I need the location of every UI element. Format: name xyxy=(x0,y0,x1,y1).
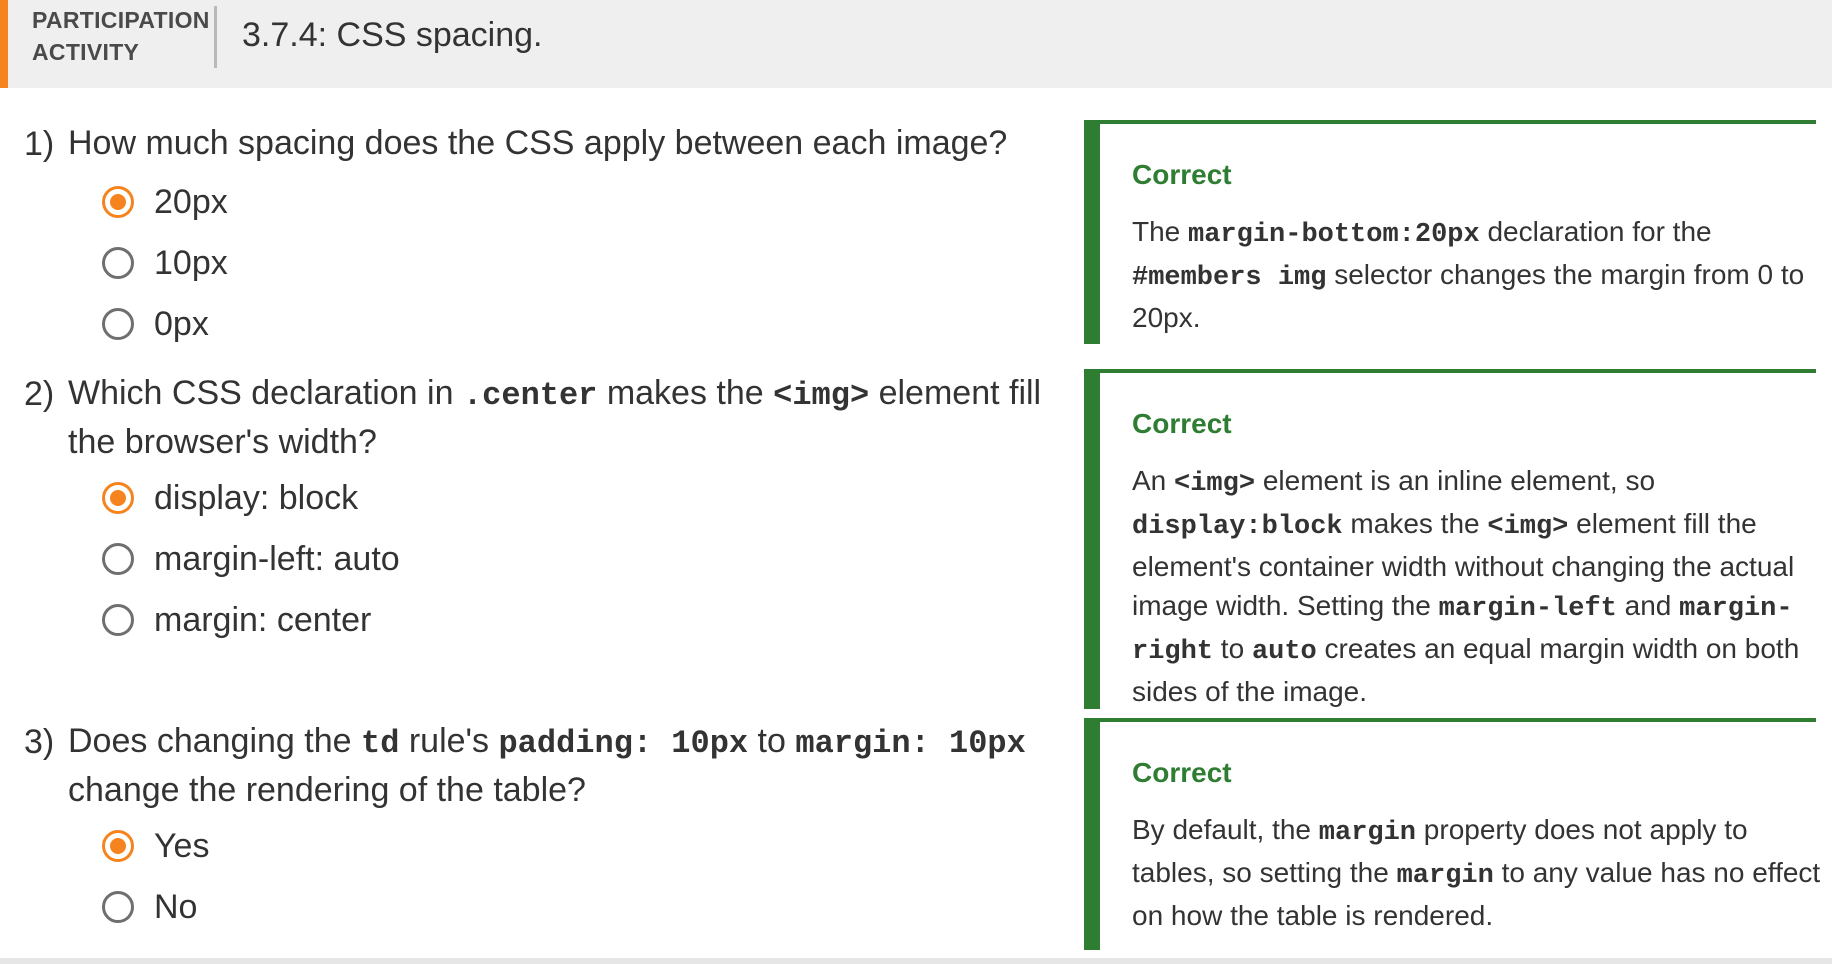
question-text-part: Which CSS declaration in xyxy=(68,374,463,412)
question-1-option-1[interactable]: 20px xyxy=(102,180,228,224)
feedback-heading: Correct xyxy=(1132,408,1232,439)
radio-unselected-icon[interactable] xyxy=(102,308,134,340)
option-label: margin-left: auto xyxy=(154,540,400,578)
radio-unselected-icon[interactable] xyxy=(102,891,134,923)
radio-unselected-icon[interactable] xyxy=(102,247,134,279)
question-2-feedback: Correct An <img> element is an inline el… xyxy=(1084,369,1816,709)
feedback-code: #members img xyxy=(1132,263,1327,293)
bottom-divider xyxy=(0,958,1832,964)
feedback-code: <img> xyxy=(1487,512,1569,542)
radio-unselected-icon[interactable] xyxy=(102,543,134,575)
question-code: <img> xyxy=(773,377,870,414)
question-1-option-2[interactable]: 10px xyxy=(102,241,228,285)
feedback-code: margin xyxy=(1318,818,1417,848)
question-text-part: rule's xyxy=(399,722,499,760)
feedback-text-part: makes the xyxy=(1342,508,1488,539)
question-3-text: Does changing the td rule's padding: 10p… xyxy=(68,718,1058,813)
activity-type-label: PARTICIPATION ACTIVITY xyxy=(32,4,210,68)
feedback-text-part: and xyxy=(1616,590,1680,621)
question-1-text: How much spacing does the CSS apply betw… xyxy=(68,124,1008,162)
question-2-text: Which CSS declaration in .center makes t… xyxy=(68,370,1058,465)
option-label: 0px xyxy=(154,305,209,343)
question-text-part: Does changing the xyxy=(68,722,361,760)
feedback-text: The margin-bottom:20px declaration for t… xyxy=(1132,212,1822,337)
option-label: Yes xyxy=(154,827,210,865)
feedback-code: margin-left xyxy=(1438,594,1617,624)
activity-header: PARTICIPATION ACTIVITY 3.7.4: CSS spacin… xyxy=(0,0,1832,88)
header-accent-bar xyxy=(0,0,8,88)
header-divider xyxy=(214,6,217,68)
feedback-text-part: declaration for the xyxy=(1479,216,1712,247)
question-1-feedback: Correct The margin-bottom:20px declarati… xyxy=(1084,120,1816,344)
feedback-code: display:block xyxy=(1132,512,1343,542)
participation-activity: PARTICIPATION ACTIVITY 3.7.4: CSS spacin… xyxy=(0,0,1832,964)
question-2-option-2[interactable]: margin-left: auto xyxy=(102,537,400,581)
question-code: margin: 10px xyxy=(795,725,1026,762)
feedback-code: margin xyxy=(1396,861,1494,891)
feedback-text: An <img> element is an inline element, s… xyxy=(1132,461,1822,711)
question-code: td xyxy=(360,725,400,762)
question-code: padding: 10px xyxy=(498,725,749,762)
question-2-option-1[interactable]: display: block xyxy=(102,476,358,520)
feedback-text-part: By default, the xyxy=(1132,814,1319,845)
option-label: 20px xyxy=(154,183,228,221)
question-1-number: 1) xyxy=(24,125,55,163)
radio-selected-icon[interactable] xyxy=(102,186,134,218)
question-3-option-1[interactable]: Yes xyxy=(102,824,209,868)
question-text-part: change the rendering of the table? xyxy=(68,771,586,809)
feedback-heading: Correct xyxy=(1132,757,1232,788)
feedback-text-part: to xyxy=(1213,633,1252,664)
option-label: display: block xyxy=(154,479,359,517)
question-3-number: 3) xyxy=(24,723,55,761)
question-code: .center xyxy=(462,377,598,414)
question-3-feedback: Correct By default, the margin property … xyxy=(1084,718,1820,950)
option-label: No xyxy=(154,888,198,926)
feedback-text: By default, the margin property does not… xyxy=(1132,810,1822,935)
activity-type-line1: PARTICIPATION xyxy=(32,7,210,33)
feedback-code: auto xyxy=(1251,637,1317,667)
activity-type-line2: ACTIVITY xyxy=(32,39,140,65)
feedback-code: margin-bottom:20px xyxy=(1188,220,1480,250)
question-text-part: makes the xyxy=(597,374,774,412)
question-3-option-2[interactable]: No xyxy=(102,885,197,929)
question-1-option-3[interactable]: 0px xyxy=(102,302,209,346)
radio-selected-icon[interactable] xyxy=(102,482,134,514)
question-2-option-3[interactable]: margin: center xyxy=(102,598,371,642)
activity-title: 3.7.4: CSS spacing. xyxy=(242,16,543,54)
feedback-text-part: An xyxy=(1132,465,1175,496)
option-label: margin: center xyxy=(154,601,372,639)
feedback-text-part: element is an inline element, so xyxy=(1255,465,1656,496)
radio-selected-icon[interactable] xyxy=(102,830,134,862)
feedback-code: <img> xyxy=(1174,469,1256,499)
question-2-number: 2) xyxy=(24,375,55,413)
option-label: 10px xyxy=(154,244,228,282)
radio-unselected-icon[interactable] xyxy=(102,604,134,636)
feedback-heading: Correct xyxy=(1132,159,1232,190)
feedback-text-part: The xyxy=(1132,216,1189,247)
question-text-part: to xyxy=(748,722,796,760)
